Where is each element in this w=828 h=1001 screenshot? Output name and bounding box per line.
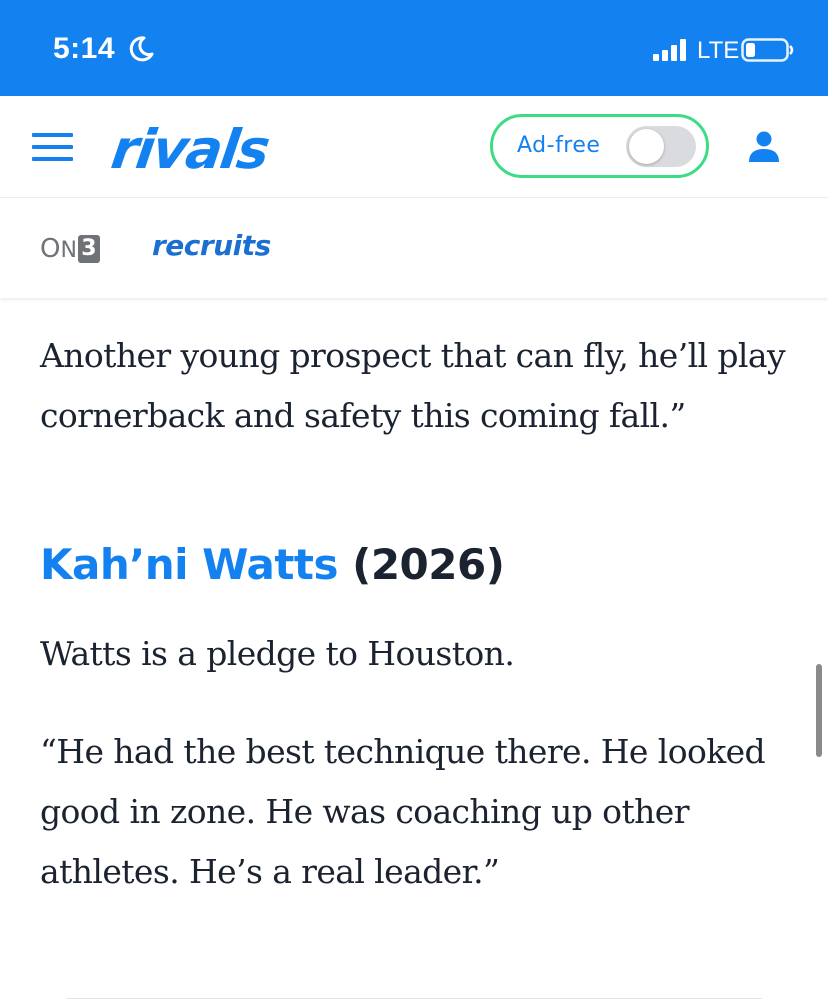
rivals-logo[interactable]: rivals (108, 118, 272, 181)
article-paragraph-intro: Another young prospect that can fly, he’… (40, 336, 786, 435)
recruits-link[interactable]: recruits (152, 229, 271, 262)
moon-icon (129, 36, 154, 62)
player-name-link[interactable]: Kah’ni Watts (40, 540, 339, 589)
on3-text: ON (40, 234, 77, 264)
article-paragraph-quote: “He had the best technique there. He loo… (40, 732, 766, 891)
status-bar: 5:14 LTE (0, 0, 828, 96)
battery-icon (741, 38, 794, 62)
player-class-year: (2026) (352, 540, 505, 589)
adfree-toggle[interactable] (626, 126, 696, 167)
menu-icon[interactable] (32, 133, 73, 161)
signal-icon (653, 39, 686, 61)
article-paragraph-pledge: Watts is a pledge to Houston. (40, 634, 515, 673)
toggle-knob (629, 129, 664, 164)
network-label: LTE (697, 37, 740, 64)
player-heading: Kah’ni Watts (2026) (40, 540, 505, 589)
on3-logo[interactable]: ON 3 (40, 234, 100, 264)
adfree-label[interactable]: Ad-free (517, 133, 600, 158)
sub-navigation (0, 198, 828, 298)
user-icon[interactable] (748, 131, 780, 162)
scrollbar[interactable] (816, 664, 822, 757)
section-divider (66, 998, 762, 999)
on3-badge: 3 (77, 235, 100, 263)
status-time: 5:14 (53, 32, 116, 65)
